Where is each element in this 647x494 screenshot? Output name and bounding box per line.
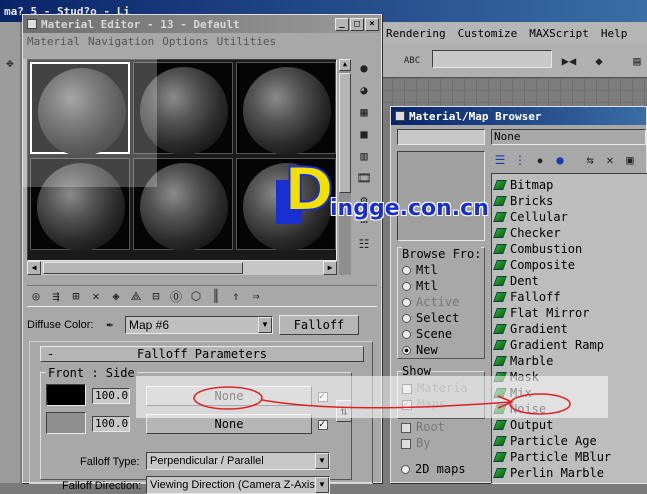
annotation-circle-none [193,386,263,410]
annotation-overlay [193,386,571,415]
annotation-arrow [261,399,511,409]
annotation-circle-noise [509,393,571,415]
